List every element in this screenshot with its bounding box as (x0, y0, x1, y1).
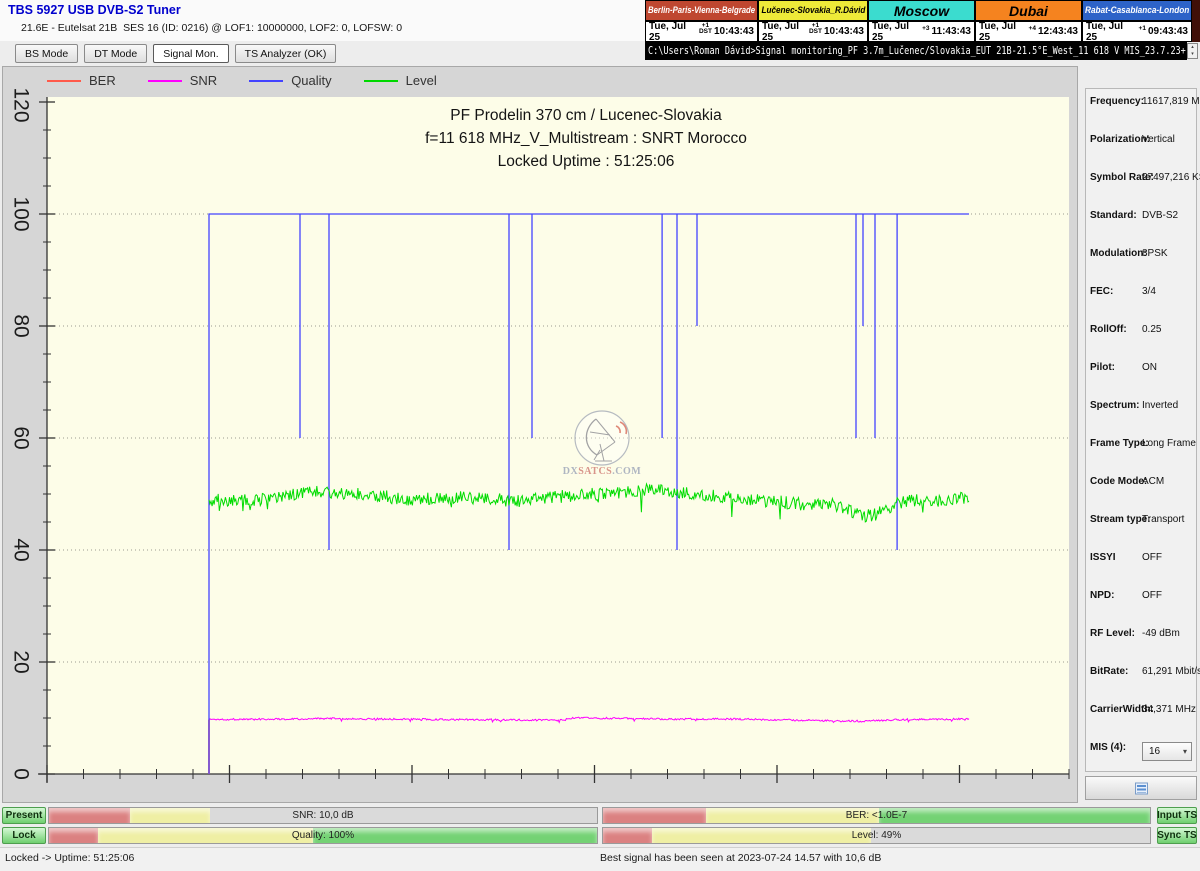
sidebar-row: Standard:DVB-S2 (1086, 210, 1196, 248)
legend-item-ber: BER (47, 73, 116, 88)
legend-item-snr: SNR (148, 73, 217, 88)
lock-button[interactable]: Lock (2, 827, 46, 844)
svg-text:80: 80 (9, 314, 32, 337)
legend-line-swatch (148, 80, 182, 82)
list-icon (1134, 782, 1149, 795)
statusbar-best-signal: Best signal has been seen at 2023-07-24 … (600, 852, 881, 864)
chevron-down-icon: ▾ (1183, 747, 1187, 756)
clock-city: Berlin-Paris-Vienna-Belgrade (645, 0, 758, 21)
bar-label: SNR: 10,0 dB (49, 808, 597, 823)
console-output: C:\Users\Roman Dávid>Signal monitoring_P… (645, 42, 1187, 60)
bar-label: Quality: 100% (49, 828, 597, 843)
clock-time: Tue, Jul 25+412:43:43 (975, 21, 1082, 42)
sidebar-row: RollOff:0.25 (1086, 324, 1196, 362)
sidebar-row-mis: MIS (4):16▾ (1086, 742, 1196, 780)
sidebar-row: Stream type:Transport (1086, 514, 1196, 552)
legend-item-level: Level (364, 73, 437, 88)
present-button[interactable]: Present (2, 807, 46, 824)
window-header: TBS 5927 USB DVB-S2 Tuner 21.6E - Eutels… (0, 0, 645, 41)
clock-time: Tue, Jul 25+311:43:43 (868, 21, 975, 42)
svg-text:20: 20 (9, 650, 32, 673)
legend-line-swatch (249, 80, 283, 82)
svg-text:60: 60 (9, 426, 32, 449)
progress-bar: BER: <1.0E-7 (602, 807, 1151, 824)
sidebar-row: Pilot:ON (1086, 362, 1196, 400)
world-clock-panel: Berlin-Paris-Vienna-BelgradeTue, Jul 25+… (645, 0, 1192, 42)
svg-text:DXSATCS.COM: DXSATCS.COM (563, 466, 641, 477)
mis-select[interactable]: 16▾ (1142, 742, 1192, 761)
legend-line-swatch (47, 80, 81, 82)
sidebar-row: Frequency:11617,819 MHz (1086, 96, 1196, 134)
statusbar-lock-uptime: Locked -> Uptime: 51:25:06 (5, 852, 134, 864)
clock-city: Lučenec-Slovakia_R.Dávid (758, 0, 868, 21)
window-edge-strip (1192, 0, 1200, 42)
sidebar-row: NPD:OFF (1086, 590, 1196, 628)
tuner-subtitle: 21.6E - Eutelsat 21B SES 16 (ID: 0216) @… (21, 22, 402, 34)
clock-time: Tue, Jul 25+1DST10:43:43 (645, 21, 758, 42)
console-scroll-spinner[interactable]: ▴ ▾ (1187, 43, 1198, 59)
svg-text:PF Prodelin 370 cm / Lucenec-S: PF Prodelin 370 cm / Lucenec-Slovakia (450, 107, 722, 124)
signal-history-chart: DXSATCS.COM 0 20 40 60 80 100 120 PF Prodelin 37… (3, 67, 1077, 802)
svg-text:120: 120 (9, 87, 32, 122)
svg-text:f=11 618 MHz_V_Multistream : S: f=11 618 MHz_V_Multistream : SNRT Morocc… (425, 130, 747, 147)
sidebar-row: Symbol Rate:27497,216 KS/s (1086, 172, 1196, 210)
chart-legend: BER SNR Quality Level (47, 73, 469, 88)
console-text: C:\Users\Roman Dávid>Signal monitoring_P… (648, 42, 1186, 60)
legend-item-quality: Quality (249, 73, 331, 88)
progress-bar: Quality: 100% (48, 827, 598, 844)
tab-bs-mode[interactable]: BS Mode (15, 44, 78, 63)
tab-ts-analyzer-ok-[interactable]: TS Analyzer (OK) (235, 44, 337, 63)
sidebar-row: RF Level:-49 dBm (1086, 628, 1196, 666)
progress-bar: SNR: 10,0 dB (48, 807, 598, 824)
clock-time: Tue, Jul 25+109:43:43 (1082, 21, 1192, 42)
bar-label: Level: 49% (603, 828, 1150, 843)
sidebar-row: FEC:3/4 (1086, 286, 1196, 324)
progress-bar: Level: 49% (602, 827, 1151, 844)
clock-city: Dubai (975, 0, 1082, 21)
spinner-down-icon[interactable]: ▾ (1191, 51, 1194, 58)
sidebar-row: Modulation:8PSK (1086, 248, 1196, 286)
clock-city: Rabat-Casablanca-London (1082, 0, 1192, 21)
svg-text:40: 40 (9, 538, 32, 561)
spinner-up-icon[interactable]: ▴ (1191, 44, 1194, 51)
app-title: TBS 5927 USB DVB-S2 Tuner (8, 3, 181, 17)
svg-text:Locked Uptime : 51:25:06: Locked Uptime : 51:25:06 (498, 153, 675, 170)
sync-ts-button[interactable]: Sync TS (1157, 827, 1197, 844)
svg-text:0: 0 (9, 768, 32, 780)
sidebar-row: Polarization:Vertical (1086, 134, 1196, 172)
sidebar-row: CarrierWidth:34,371 MHz (1086, 704, 1196, 742)
legend-line-swatch (364, 80, 398, 82)
sidebar-row: Spectrum:Inverted (1086, 400, 1196, 438)
tab-signal-mon-[interactable]: Signal Mon. (153, 44, 228, 63)
sidebar-row: Frame Type:Long Frame (1086, 438, 1196, 476)
tab-dt-mode[interactable]: DT Mode (84, 44, 147, 63)
stream-list-button[interactable] (1085, 776, 1197, 800)
mode-tabs: BS Mode DT Mode Signal Mon. TS Analyzer (OK… (15, 44, 336, 61)
transponder-info-sidebar: Frequency:11617,819 MHzPolarization:Vert… (1085, 88, 1197, 772)
sidebar-row: Code Mode:ACM (1086, 476, 1196, 514)
clock-time: Tue, Jul 25+1DST10:43:43 (758, 21, 868, 42)
bar-label: BER: <1.0E-7 (603, 808, 1150, 823)
signal-chart-panel: BER SNR Quality Level DXSATCS.COM 0 20 40 60 80 1… (2, 66, 1078, 803)
sidebar-row: ISSYIOFF (1086, 552, 1196, 590)
svg-text:100: 100 (9, 196, 32, 231)
input-ts-button[interactable]: Input TS (1157, 807, 1197, 824)
statusbar: Locked -> Uptime: 51:25:06 Best signal h… (0, 847, 1200, 871)
clock-city: Moscow (868, 0, 975, 21)
sidebar-row: BitRate:61,291 Mbit/s (1086, 666, 1196, 704)
